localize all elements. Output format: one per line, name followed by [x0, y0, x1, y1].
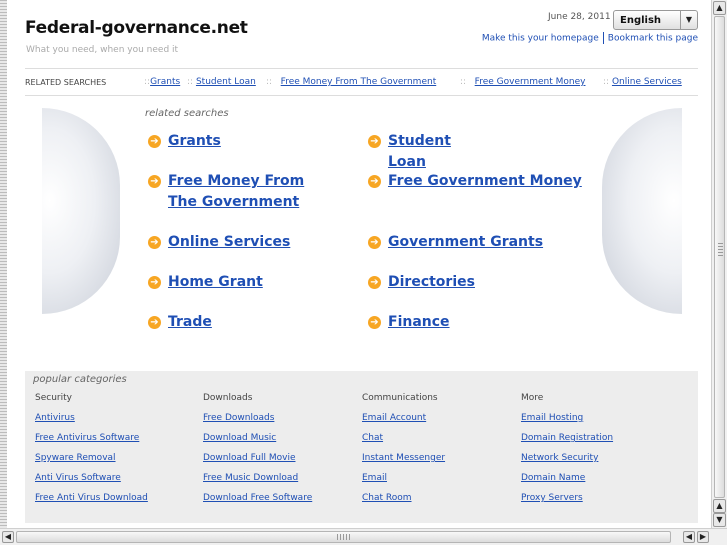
- category-link[interactable]: Chat: [362, 433, 383, 443]
- category-link[interactable]: Antivirus: [35, 413, 75, 423]
- related-search-link[interactable]: Free Government Money: [388, 171, 582, 192]
- category-link[interactable]: Domain Registration: [521, 433, 613, 443]
- category-link[interactable]: Free Antivirus Software: [35, 433, 139, 443]
- related-search-link[interactable]: Trade: [168, 312, 212, 333]
- window-edge: [0, 0, 7, 528]
- related-bar-link[interactable]: Grants: [150, 77, 180, 87]
- language-value: English: [620, 15, 662, 26]
- site-tagline: What you need, when you need it: [26, 45, 179, 55]
- category-link[interactable]: Free Anti Virus Download: [35, 493, 148, 503]
- arrow-right-circle-icon: ➔: [368, 135, 381, 148]
- horizontal-scrollbar[interactable]: ◀ ◀ ▶: [0, 528, 727, 545]
- related-bar-link[interactable]: Online Services: [612, 77, 682, 87]
- category-link[interactable]: Free Downloads: [203, 413, 274, 423]
- arrow-right-circle-icon: ➔: [368, 316, 381, 329]
- related-searches-heading: related searches: [145, 108, 229, 119]
- scroll-left-icon[interactable]: ◀: [2, 531, 14, 543]
- popular-categories-panel: popular categories Security Antivirus Fr…: [25, 371, 698, 523]
- site-title: Federal-governance.net: [25, 18, 248, 38]
- category-link[interactable]: Anti Virus Software: [35, 473, 121, 483]
- related-searches-bar: RELATED SEARCHES ::Grants :: Student Loa…: [25, 68, 698, 96]
- category-heading: More: [521, 393, 544, 403]
- arrow-right-circle-icon: ➔: [368, 175, 381, 188]
- category-link[interactable]: Chat Room: [362, 493, 412, 503]
- related-search-link[interactable]: Finance: [388, 312, 450, 333]
- related-bar-link[interactable]: Student Loan: [196, 77, 256, 87]
- arrow-right-circle-icon: ➔: [148, 135, 161, 148]
- category-heading: Security: [35, 393, 72, 403]
- scroll-up-icon[interactable]: ▲: [713, 499, 726, 513]
- category-heading: Downloads: [203, 393, 253, 403]
- current-date: June 28, 2011: [548, 12, 611, 22]
- related-search-link[interactable]: Grants: [168, 131, 221, 152]
- category-link[interactable]: Proxy Servers: [521, 493, 583, 503]
- related-bar-label: RELATED SEARCHES: [25, 78, 107, 87]
- related-search-link[interactable]: Government Grants: [388, 232, 543, 253]
- grip-icon: [337, 534, 351, 540]
- top-links: Make this your homepage Bookmark this pag…: [482, 32, 698, 44]
- related-bar-link[interactable]: Free Government Money: [475, 77, 586, 87]
- arrow-right-circle-icon: ➔: [148, 175, 161, 188]
- bookmark-link[interactable]: Bookmark this page: [608, 34, 698, 44]
- link-divider: [602, 32, 604, 44]
- category-link[interactable]: Network Security: [521, 453, 598, 463]
- arrow-right-circle-icon: ➔: [148, 236, 161, 249]
- popular-categories-heading: popular categories: [33, 374, 127, 385]
- scroll-up-icon[interactable]: ▲: [713, 1, 726, 15]
- grip-icon: [718, 243, 723, 257]
- scroll-down-icon[interactable]: ▼: [713, 513, 726, 527]
- arrow-right-circle-icon: ➔: [368, 276, 381, 289]
- related-bar-link[interactable]: Free Money From The Government: [281, 77, 437, 87]
- related-search-link[interactable]: Student Loan: [388, 131, 451, 173]
- category-link[interactable]: Download Free Software: [203, 493, 312, 503]
- related-search-link[interactable]: Directories: [388, 272, 475, 293]
- arrow-right-circle-icon: ➔: [368, 236, 381, 249]
- category-heading: Communications: [362, 393, 438, 403]
- decorative-disc-left: [42, 108, 120, 314]
- category-link[interactable]: Free Music Download: [203, 473, 298, 483]
- vertical-scroll-thumb[interactable]: [714, 16, 725, 498]
- category-link[interactable]: Download Full Movie: [203, 453, 295, 463]
- arrow-right-circle-icon: ➔: [148, 316, 161, 329]
- category-link[interactable]: Email Hosting: [521, 413, 583, 423]
- category-link[interactable]: Download Music: [203, 433, 276, 443]
- vertical-scrollbar[interactable]: ▲ ▲ ▼: [711, 0, 727, 528]
- category-link[interactable]: Spyware Removal: [35, 453, 116, 463]
- category-link[interactable]: Domain Name: [521, 473, 585, 483]
- make-homepage-link[interactable]: Make this your homepage: [482, 34, 599, 44]
- decorative-disc-right: [602, 108, 682, 314]
- scroll-right-icon[interactable]: ▶: [697, 531, 709, 543]
- related-search-link[interactable]: Online Services: [168, 232, 290, 253]
- related-search-link[interactable]: Free Money From The Government: [168, 171, 338, 213]
- language-select[interactable]: English ▼: [613, 10, 698, 30]
- horizontal-scroll-thumb[interactable]: [16, 531, 671, 543]
- category-link[interactable]: Email: [362, 473, 387, 483]
- related-search-link[interactable]: Home Grant: [168, 272, 263, 293]
- category-link[interactable]: Instant Messenger: [362, 453, 445, 463]
- chevron-down-icon[interactable]: ▼: [680, 11, 697, 29]
- scroll-left-icon[interactable]: ◀: [683, 531, 695, 543]
- category-link[interactable]: Email Account: [362, 413, 426, 423]
- arrow-right-circle-icon: ➔: [148, 276, 161, 289]
